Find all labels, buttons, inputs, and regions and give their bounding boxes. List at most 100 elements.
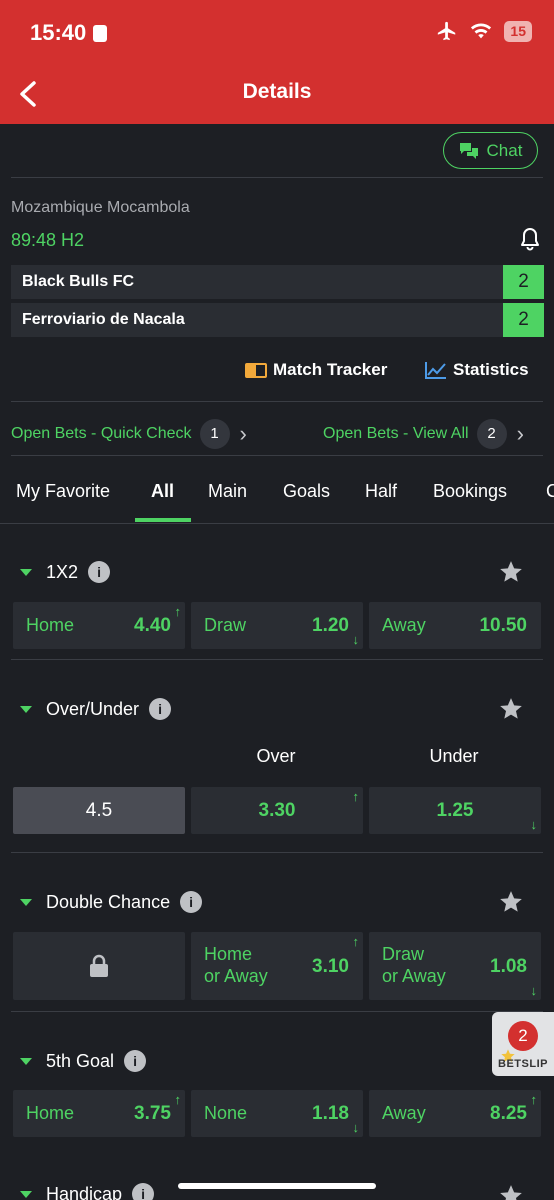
bell-icon[interactable]: [518, 226, 542, 252]
collapse-icon: [20, 705, 32, 713]
arrow-up-icon: ↑: [174, 1092, 182, 1107]
odd-value: 8.25: [490, 1103, 527, 1124]
arrow-down-icon: ↓: [530, 983, 538, 998]
open-bets-view-count: 2: [476, 419, 507, 449]
collapse-icon: [20, 568, 32, 576]
airplane-icon: [438, 21, 456, 41]
odd-button-over[interactable]: 3.30 ↑: [191, 787, 363, 834]
page-title: Details: [242, 80, 312, 103]
tab-more[interactable]: C: [546, 481, 554, 502]
handicap-line: 4.5: [13, 787, 185, 834]
market-header-double-chance[interactable]: Double Chance i: [20, 891, 203, 913]
odd-label-line: Draw: [382, 944, 425, 964]
line-chart-icon: [425, 362, 446, 379]
star-icon[interactable]: [498, 559, 524, 585]
lock-icon: [90, 954, 108, 977]
tab-main[interactable]: Main: [208, 481, 247, 502]
market-title: Over/Under: [46, 698, 140, 719]
betslip-label: BETSLIP: [498, 1058, 548, 1070]
battery-level: 15: [504, 20, 532, 42]
team-name: Ferroviario de Nacala: [22, 311, 185, 328]
tab-goals[interactable]: Goals: [283, 481, 330, 502]
odd-value: 1.18: [312, 1103, 349, 1124]
tab-my-favorite[interactable]: My Favorite: [16, 481, 110, 502]
market-header-over-under[interactable]: Over/Under i: [20, 698, 172, 720]
collapse-icon: [20, 1057, 32, 1065]
star-icon[interactable]: [498, 889, 524, 915]
match-tracker-icon: [245, 362, 267, 378]
tab-all[interactable]: All: [151, 481, 174, 502]
odd-value: 1.08: [490, 956, 527, 977]
market-title: Double Chance: [46, 891, 171, 912]
info-icon[interactable]: i: [132, 1183, 155, 1200]
market-title: 1X2: [46, 561, 79, 582]
odd-label-line: or Away: [204, 966, 268, 986]
odd-label: Draw or Away: [382, 943, 446, 987]
league-name: Mozambique Mocambola: [11, 199, 190, 216]
betslip-button[interactable]: 2 BETSLIP: [492, 1012, 554, 1076]
match-tracker-label: Match Tracker: [273, 360, 388, 379]
statistics-link[interactable]: Statistics: [425, 360, 529, 380]
odd-button-home[interactable]: Home 4.40 ↑: [13, 602, 185, 649]
arrow-up-icon: ↑: [530, 1092, 538, 1107]
locked-odd: [13, 932, 185, 1000]
team-score: 2: [503, 303, 544, 337]
status-time: 15:40: [30, 20, 87, 45]
odd-button-none[interactable]: None 1.18 ↓: [191, 1090, 363, 1137]
open-bets-quick-count: 1: [199, 419, 230, 449]
star-icon[interactable]: [498, 1183, 524, 1200]
odd-label: Home: [26, 1103, 75, 1123]
star-icon[interactable]: [498, 696, 524, 722]
arrow-up-icon: ↑: [174, 604, 182, 619]
divider: [11, 852, 543, 853]
odd-button-away[interactable]: Away 10.50: [369, 602, 541, 649]
chat-bubbles-icon: [459, 142, 478, 159]
market-tabs: My Favorite All Main Goals Half Bookings…: [0, 478, 554, 524]
statistics-label: Statistics: [453, 360, 529, 379]
wifi-icon: [471, 23, 492, 39]
market-header-handicap[interactable]: Handicap i: [20, 1183, 155, 1200]
column-header-under: Under: [429, 746, 479, 766]
odd-button-home[interactable]: Home 3.75 ↑: [13, 1090, 185, 1137]
open-bets-view-label: Open Bets - View All: [323, 425, 469, 442]
info-icon[interactable]: i: [88, 561, 111, 583]
chat-button[interactable]: Chat: [443, 132, 538, 169]
divider: [11, 1011, 543, 1012]
team-score: 2: [503, 265, 544, 299]
betslip-count: 2: [508, 1021, 538, 1051]
info-icon[interactable]: i: [180, 891, 203, 913]
odd-label: Home: [26, 615, 75, 635]
market-header-1x2[interactable]: 1X2 i: [20, 561, 111, 583]
odd-button-away[interactable]: Away 8.25 ↑: [369, 1090, 541, 1137]
odd-button-draw[interactable]: Draw 1.20 ↓: [191, 602, 363, 649]
status-indicators: 15: [436, 20, 532, 42]
chat-label: Chat: [486, 140, 523, 160]
odd-button-under[interactable]: 1.25 ↓: [369, 787, 541, 834]
arrow-down-icon: ↓: [352, 632, 360, 647]
odd-value: 1.20: [312, 615, 349, 636]
odd-value: 3.75: [134, 1103, 171, 1124]
info-icon[interactable]: i: [124, 1050, 147, 1072]
odd-button-home-or-away[interactable]: Home or Away 3.10 ↑: [191, 932, 363, 1000]
team-row-home: Black Bulls FC 2: [11, 265, 544, 299]
info-icon[interactable]: i: [149, 698, 172, 720]
open-bets-quick-check[interactable]: Open Bets - Quick Check 1 ›: [11, 419, 247, 449]
arrow-down-icon: ↓: [530, 817, 538, 832]
home-indicator: [178, 1183, 376, 1189]
tab-half[interactable]: Half: [365, 481, 397, 502]
tab-bookings[interactable]: Bookings: [433, 481, 507, 502]
arrow-up-icon: ↑: [352, 789, 360, 804]
open-bets-view-all[interactable]: Open Bets - View All 2 ›: [323, 419, 524, 449]
market-title: Handicap: [46, 1183, 123, 1200]
market-header-5th-goal[interactable]: 5th Goal i: [20, 1050, 147, 1072]
odd-value: 3.30: [258, 800, 296, 821]
market-title: 5th Goal: [46, 1050, 115, 1071]
id-card-icon: [93, 25, 107, 42]
odd-label-line: or Away: [382, 966, 446, 986]
divider: [0, 523, 554, 524]
odd-button-draw-or-away[interactable]: Draw or Away 1.08 ↓: [369, 932, 541, 1000]
match-tracker-link[interactable]: Match Tracker: [245, 360, 387, 380]
open-bets-quick-label: Open Bets - Quick Check: [11, 425, 192, 442]
collapse-icon: [20, 898, 32, 906]
team-name: Black Bulls FC: [22, 273, 135, 290]
